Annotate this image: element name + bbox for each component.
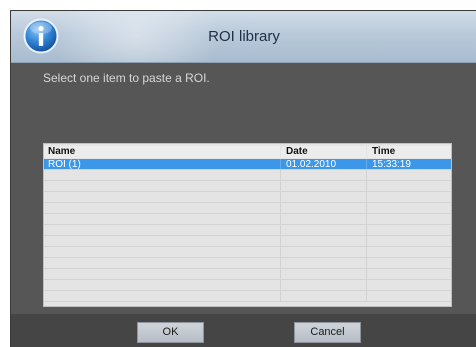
ok-button[interactable]: OK [137, 322, 204, 343]
dialog-title: ROI library [208, 28, 280, 45]
roi-library-dialog: ROI library Select one item to paste a R… [10, 10, 476, 347]
empty-cell [366, 269, 451, 279]
empty-row[interactable] [44, 225, 451, 236]
column-header-time[interactable]: Time [366, 146, 451, 158]
empty-cell [44, 225, 280, 235]
empty-cell [280, 280, 366, 290]
empty-cell [280, 269, 366, 279]
empty-cell [280, 236, 366, 246]
empty-cell [366, 258, 451, 268]
empty-cell [44, 170, 280, 180]
table-row[interactable]: ROI (1) 01.02.2010 15:33:19 [44, 159, 451, 170]
cell-date: 01.02.2010 [280, 159, 366, 169]
empty-cell [280, 225, 366, 235]
empty-cell [44, 280, 280, 290]
empty-row[interactable] [44, 258, 451, 269]
empty-row[interactable] [44, 203, 451, 214]
cancel-button[interactable]: Cancel [294, 322, 361, 343]
empty-cell [366, 192, 451, 202]
empty-cell [280, 203, 366, 213]
empty-row[interactable] [44, 247, 451, 258]
empty-row[interactable] [44, 280, 451, 291]
empty-cell [280, 192, 366, 202]
empty-row[interactable] [44, 170, 451, 181]
empty-cell [366, 181, 451, 191]
empty-cell [44, 214, 280, 224]
empty-cell [280, 181, 366, 191]
empty-cell [44, 291, 280, 301]
empty-cell [280, 214, 366, 224]
instruction-text: Select one item to paste a ROI. [43, 71, 210, 85]
empty-cell [44, 192, 280, 202]
column-header-date[interactable]: Date [280, 146, 366, 158]
empty-cell [44, 247, 280, 257]
empty-cell [366, 247, 451, 257]
empty-cell [44, 203, 280, 213]
empty-row[interactable] [44, 291, 451, 302]
empty-cell [366, 214, 451, 224]
dialog-footer: OK Cancel [11, 314, 476, 347]
empty-cell [366, 280, 451, 290]
empty-cell [366, 203, 451, 213]
roi-list[interactable]: Name Date Time ROI (1) 01.02.2010 15:33:19 [43, 143, 452, 307]
empty-cell [366, 170, 451, 180]
empty-row[interactable] [44, 236, 451, 247]
empty-cell [280, 247, 366, 257]
empty-row[interactable] [44, 214, 451, 225]
empty-cell [280, 258, 366, 268]
empty-cell [44, 236, 280, 246]
list-header: Name Date Time [44, 146, 451, 158]
empty-row[interactable] [44, 269, 451, 280]
empty-cell [366, 225, 451, 235]
empty-cell [366, 291, 451, 301]
empty-cell [366, 236, 451, 246]
empty-row[interactable] [44, 192, 451, 203]
empty-row[interactable] [44, 181, 451, 192]
dialog-titlebar: ROI library [11, 11, 476, 63]
cell-time: 15:33:19 [366, 159, 451, 169]
empty-cell [280, 170, 366, 180]
empty-cell [44, 269, 280, 279]
empty-cell [44, 258, 280, 268]
cell-name: ROI (1) [48, 159, 81, 169]
column-header-name[interactable]: Name [44, 146, 280, 158]
empty-cell [44, 181, 280, 191]
empty-cell [280, 291, 366, 301]
